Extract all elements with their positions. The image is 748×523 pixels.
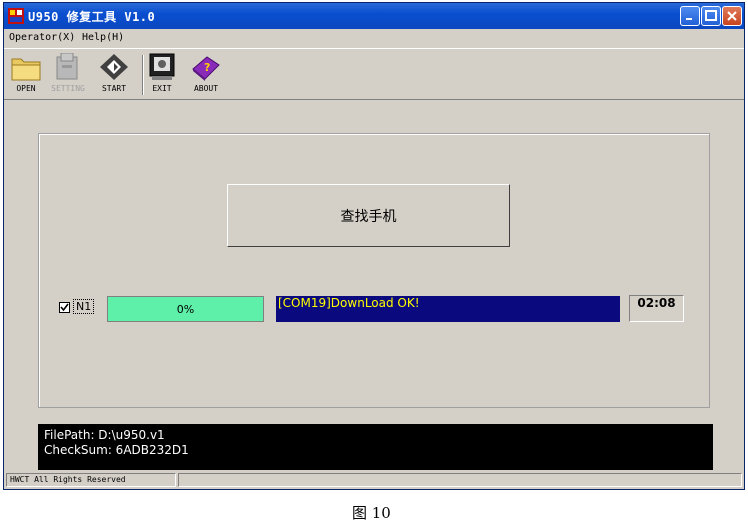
start-label: START (101, 84, 127, 93)
menu-operator[interactable]: Operator(X) (9, 32, 75, 43)
checksum: CheckSum: 6ADB232D1 (44, 443, 189, 457)
maximize-button[interactable] (701, 6, 721, 26)
exit-icon (149, 53, 175, 80)
main-panel: 查找手机 N1 0% [COM19]DownLoad OK! 02:08 (38, 133, 710, 408)
open-button[interactable]: OPEN (8, 53, 44, 99)
app-icon (8, 8, 24, 24)
folder-icon (11, 58, 41, 81)
figure-caption: 图 10 (352, 504, 391, 522)
status-secondary (178, 473, 742, 487)
about-label: ABOUT (193, 84, 219, 93)
setting-button[interactable]: SETTING (50, 53, 86, 99)
about-icon: ? (192, 56, 220, 81)
title-bar[interactable]: U950 修复工具 V1.0 (4, 3, 744, 29)
timer-display: 02:08 (629, 295, 684, 322)
start-button[interactable]: START (96, 53, 132, 99)
menu-bar: Operator(X) Help(H) (4, 29, 744, 47)
search-phone-button[interactable]: 查找手机 (227, 184, 510, 247)
progress-bar: 0% (107, 296, 264, 322)
toolbar: OPEN SETTING START EXIT ? ABOUT (4, 48, 744, 100)
status-message: [COM19]DownLoad OK! (276, 296, 620, 322)
exit-button[interactable]: EXIT (144, 53, 180, 99)
open-label: OPEN (16, 84, 36, 93)
menu-help[interactable]: Help(H) (82, 32, 124, 43)
port-checkbox[interactable] (59, 302, 70, 313)
app-window: U950 修复工具 V1.0 Operator(X) Help(H) OPEN (3, 2, 745, 490)
close-button[interactable] (722, 6, 742, 26)
start-icon (100, 54, 128, 80)
about-button[interactable]: ? ABOUT (188, 53, 224, 99)
settings-icon (56, 53, 78, 80)
svg-text:?: ? (204, 61, 210, 74)
port-label: N1 (73, 299, 95, 314)
maximize-icon (705, 10, 717, 21)
exit-label: EXIT (152, 84, 172, 93)
setting-label: SETTING (51, 84, 85, 93)
status-copyright: HWCT All Rights Reserved (6, 473, 176, 487)
checkmark-icon (60, 303, 69, 312)
window-title: U950 修复工具 V1.0 (28, 10, 156, 24)
file-info-box: FilePath: D:\u950.v1 CheckSum: 6ADB232D1 (38, 424, 713, 470)
minimize-button[interactable] (680, 6, 700, 26)
file-path: FilePath: D:\u950.v1 (44, 428, 165, 442)
close-icon (727, 11, 737, 21)
status-bar: HWCT All Rights Reserved (4, 472, 744, 489)
minimize-icon (686, 18, 692, 20)
